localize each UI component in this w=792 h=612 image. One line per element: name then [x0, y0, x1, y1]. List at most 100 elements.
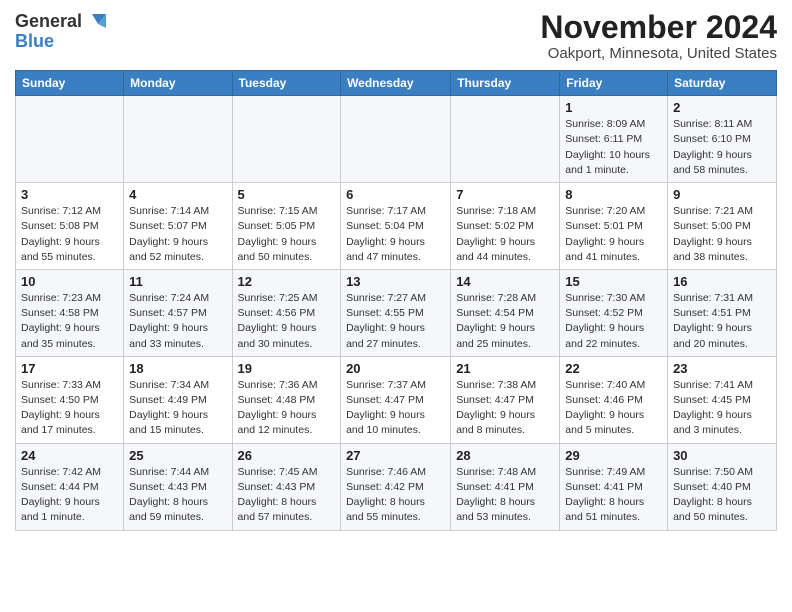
day-number: 16: [673, 274, 771, 289]
calendar-cell: 29Sunrise: 7:49 AMSunset: 4:41 PMDayligh…: [560, 443, 668, 530]
calendar-cell: 19 Sunrise: 7:36 AMSunset: 4:48 PMDayligh…: [232, 356, 341, 443]
day-number: 21: [456, 361, 554, 376]
calendar-cell: 4Sunrise: 7:14 AMSunset: 5:07 PMDaylight…: [124, 183, 232, 270]
day-number: 12: [238, 274, 336, 289]
day-number: 29: [565, 448, 662, 463]
day-number: 17: [21, 361, 118, 376]
day-info: Sunrise: 7:34 AMSunset: 4:49 PMDaylight:…: [129, 378, 226, 439]
calendar-cell: 7Sunrise: 7:18 AMSunset: 5:02 PMDaylight…: [451, 183, 560, 270]
calendar-cell: 9 Sunrise: 7:21 AMSunset: 5:00 PMDaylight…: [668, 183, 777, 270]
day-number: 15: [565, 274, 662, 289]
day-info: Sunrise: 7:40 AMSunset: 4:46 PMDaylight:…: [565, 378, 662, 439]
calendar-cell: 20Sunrise: 7:37 AMSunset: 4:47 PMDayligh…: [341, 356, 451, 443]
weekday-header: Sunday: [16, 71, 124, 96]
calendar-cell: 18 Sunrise: 7:34 AMSunset: 4:49 PMDayligh…: [124, 356, 232, 443]
calendar-cell: 30 Sunrise: 7:50 AMSunset: 4:40 PMDayligh…: [668, 443, 777, 530]
calendar-cell: 16 Sunrise: 7:31 AMSunset: 4:51 PMDayligh…: [668, 269, 777, 356]
calendar-cell: [341, 96, 451, 183]
calendar-title: November 2024: [540, 10, 777, 45]
logo-blue-text: Blue: [15, 32, 54, 50]
day-info: Sunrise: 7:21 AMSunset: 5:00 PMDaylight:…: [673, 204, 771, 265]
day-info: Sunrise: 7:30 AMSunset: 4:52 PMDaylight:…: [565, 291, 662, 352]
day-number: 28: [456, 448, 554, 463]
day-info: Sunrise: 7:17 AMSunset: 5:04 PMDaylight:…: [346, 204, 445, 265]
day-info: Sunrise: 8:11 AMSunset: 6:10 PMDaylight:…: [673, 117, 771, 178]
calendar-table: SundayMondayTuesdayWednesdayThursdayFrid…: [15, 70, 777, 530]
day-info: Sunrise: 7:46 AMSunset: 4:42 PMDaylight:…: [346, 465, 445, 526]
day-number: 3: [21, 187, 118, 202]
day-number: 19: [238, 361, 336, 376]
calendar-cell: 25 Sunrise: 7:44 AMSunset: 4:43 PMDayligh…: [124, 443, 232, 530]
day-info: Sunrise: 7:42 AMSunset: 4:44 PMDaylight:…: [21, 465, 118, 526]
day-info: Sunrise: 7:31 AMSunset: 4:51 PMDaylight:…: [673, 291, 771, 352]
day-number: 18: [129, 361, 226, 376]
day-info: Sunrise: 7:41 AMSunset: 4:45 PMDaylight:…: [673, 378, 771, 439]
calendar-cell: [451, 96, 560, 183]
day-number: 6: [346, 187, 445, 202]
calendar-week-row: 17Sunrise: 7:33 AMSunset: 4:50 PMDayligh…: [16, 356, 777, 443]
day-info: Sunrise: 7:20 AMSunset: 5:01 PMDaylight:…: [565, 204, 662, 265]
weekday-header: Wednesday: [341, 71, 451, 96]
calendar-cell: 21 Sunrise: 7:38 AMSunset: 4:47 PMDayligh…: [451, 356, 560, 443]
calendar-cell: 24 Sunrise: 7:42 AMSunset: 4:44 PMDayligh…: [16, 443, 124, 530]
day-info: Sunrise: 7:12 AMSunset: 5:08 PMDaylight:…: [21, 204, 118, 265]
day-info: Sunrise: 7:38 AMSunset: 4:47 PMDaylight:…: [456, 378, 554, 439]
day-info: Sunrise: 7:14 AMSunset: 5:07 PMDaylight:…: [129, 204, 226, 265]
calendar-cell: 22 Sunrise: 7:40 AMSunset: 4:46 PMDayligh…: [560, 356, 668, 443]
day-number: 25: [129, 448, 226, 463]
day-number: 24: [21, 448, 118, 463]
calendar-cell: 3 Sunrise: 7:12 AMSunset: 5:08 PMDaylight…: [16, 183, 124, 270]
day-number: 8: [565, 187, 662, 202]
calendar-cell: 27Sunrise: 7:46 AMSunset: 4:42 PMDayligh…: [341, 443, 451, 530]
day-info: Sunrise: 7:24 AMSunset: 4:57 PMDaylight:…: [129, 291, 226, 352]
day-number: 14: [456, 274, 554, 289]
calendar-cell: [124, 96, 232, 183]
calendar-cell: [16, 96, 124, 183]
day-info: Sunrise: 7:27 AMSunset: 4:55 PMDaylight:…: [346, 291, 445, 352]
day-number: 13: [346, 274, 445, 289]
day-number: 2: [673, 100, 771, 115]
logo-bird-icon: [84, 10, 106, 32]
weekday-header: Friday: [560, 71, 668, 96]
calendar-cell: 2 Sunrise: 8:11 AMSunset: 6:10 PMDaylight…: [668, 96, 777, 183]
logo-general-text: General: [15, 12, 82, 30]
calendar-cell: 11Sunrise: 7:24 AMSunset: 4:57 PMDayligh…: [124, 269, 232, 356]
logo: General Blue: [15, 10, 106, 50]
calendar-cell: 13 Sunrise: 7:27 AMSunset: 4:55 PMDayligh…: [341, 269, 451, 356]
day-info: Sunrise: 7:44 AMSunset: 4:43 PMDaylight:…: [129, 465, 226, 526]
weekday-header: Saturday: [668, 71, 777, 96]
calendar-cell: 14 Sunrise: 7:28 AMSunset: 4:54 PMDayligh…: [451, 269, 560, 356]
day-number: 1: [565, 100, 662, 115]
day-info: Sunrise: 7:23 AMSunset: 4:58 PMDaylight:…: [21, 291, 118, 352]
day-number: 30: [673, 448, 771, 463]
title-block: November 2024 Oakport, Minnesota, United…: [540, 10, 777, 62]
calendar-cell: [232, 96, 341, 183]
day-info: Sunrise: 7:36 AMSunset: 4:48 PMDaylight:…: [238, 378, 336, 439]
calendar-cell: 10Sunrise: 7:23 AMSunset: 4:58 PMDayligh…: [16, 269, 124, 356]
calendar-week-row: 3 Sunrise: 7:12 AMSunset: 5:08 PMDaylight…: [16, 183, 777, 270]
calendar-week-row: 1Sunrise: 8:09 AMSunset: 6:11 PMDaylight…: [16, 96, 777, 183]
day-info: Sunrise: 7:15 AMSunset: 5:05 PMDaylight:…: [238, 204, 336, 265]
calendar-cell: 17Sunrise: 7:33 AMSunset: 4:50 PMDayligh…: [16, 356, 124, 443]
day-number: 23: [673, 361, 771, 376]
calendar-cell: 26Sunrise: 7:45 AMSunset: 4:43 PMDayligh…: [232, 443, 341, 530]
day-info: Sunrise: 7:45 AMSunset: 4:43 PMDaylight:…: [238, 465, 336, 526]
weekday-header: Monday: [124, 71, 232, 96]
calendar-week-row: 24 Sunrise: 7:42 AMSunset: 4:44 PMDayligh…: [16, 443, 777, 530]
day-number: 9: [673, 187, 771, 202]
calendar-cell: 28 Sunrise: 7:48 AMSunset: 4:41 PMDayligh…: [451, 443, 560, 530]
calendar-cell: 8 Sunrise: 7:20 AMSunset: 5:01 PMDaylight…: [560, 183, 668, 270]
calendar-cell: 1Sunrise: 8:09 AMSunset: 6:11 PMDaylight…: [560, 96, 668, 183]
calendar-cell: 6 Sunrise: 7:17 AMSunset: 5:04 PMDaylight…: [341, 183, 451, 270]
weekday-header: Tuesday: [232, 71, 341, 96]
calendar-header-row: SundayMondayTuesdayWednesdayThursdayFrid…: [16, 71, 777, 96]
day-number: 22: [565, 361, 662, 376]
day-info: Sunrise: 7:48 AMSunset: 4:41 PMDaylight:…: [456, 465, 554, 526]
calendar-week-row: 10Sunrise: 7:23 AMSunset: 4:58 PMDayligh…: [16, 269, 777, 356]
day-info: Sunrise: 7:28 AMSunset: 4:54 PMDaylight:…: [456, 291, 554, 352]
day-number: 20: [346, 361, 445, 376]
day-info: Sunrise: 7:50 AMSunset: 4:40 PMDaylight:…: [673, 465, 771, 526]
calendar-cell: 23 Sunrise: 7:41 AMSunset: 4:45 PMDayligh…: [668, 356, 777, 443]
calendar-subtitle: Oakport, Minnesota, United States: [540, 45, 777, 62]
calendar-cell: 15 Sunrise: 7:30 AMSunset: 4:52 PMDayligh…: [560, 269, 668, 356]
